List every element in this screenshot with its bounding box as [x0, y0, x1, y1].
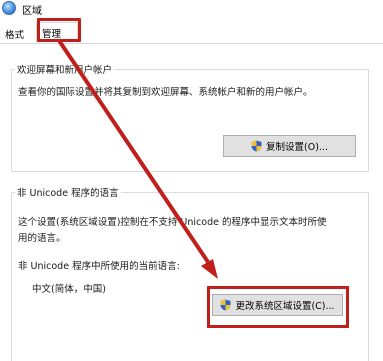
current-language-label: 非 Unicode 程序中所使用的当前语言: [18, 261, 180, 272]
unicode-description-line2: 用的语言。 [18, 233, 66, 244]
uac-shield-icon [251, 140, 262, 152]
tab-format[interactable]: 格式 [0, 24, 34, 43]
globe-icon [2, 1, 16, 15]
non-unicode-group: 非 Unicode 程序的语言 这个设置(系统区域设置)控制在不支持 Unico… [11, 185, 369, 361]
welcome-description: 查看你的国际设置并将其复制到欢迎屏幕、系统帐户和新的用户帐户。 [18, 87, 313, 98]
tab-highlight-box [37, 18, 81, 42]
copy-settings-label: 复制设置(O)... [266, 142, 328, 153]
title-bar: 区域 [0, 0, 383, 20]
unicode-description-line1: 这个设置(系统区域设置)控制在不支持 Unicode 的程序中显示文本时所使 [18, 217, 327, 228]
welcome-group-title: 欢迎屏幕和新用户帐户 [15, 62, 115, 76]
current-language-value: 中文(简体，中国) [32, 284, 106, 295]
copy-settings-button[interactable]: 复制设置(O)... [223, 135, 356, 157]
window-title: 区域 [22, 6, 42, 17]
unicode-group-title: 非 Unicode 程序的语言 [15, 185, 121, 199]
button-highlight-box [207, 286, 349, 328]
